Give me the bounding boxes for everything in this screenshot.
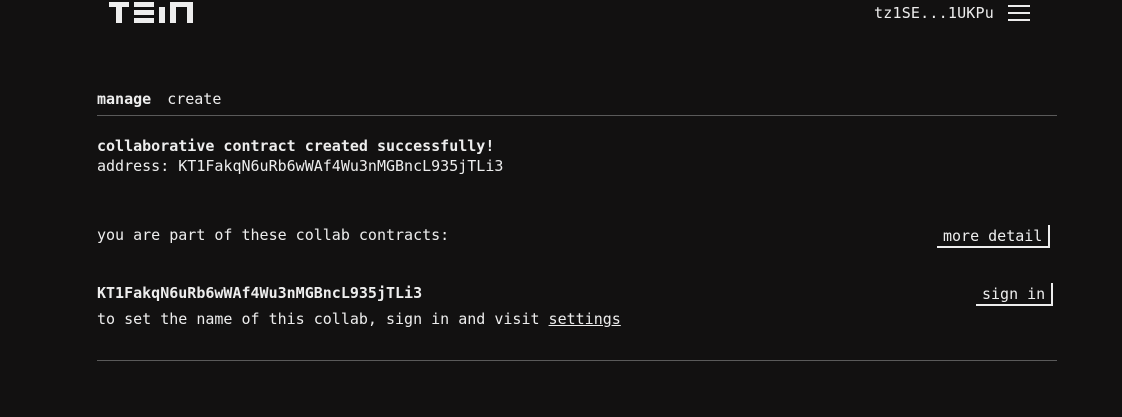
success-title: collaborative contract created successfu… (97, 137, 495, 155)
collab-hint: to set the name of this collab, sign in … (97, 310, 621, 328)
tab-manage[interactable]: manage (97, 90, 151, 108)
created-contract-address: KT1FakqN6uRb6wWAf4Wu3nMGBncL935jTLi3 (178, 157, 504, 175)
more-detail-button[interactable]: more detail (937, 225, 1051, 248)
list-divider (97, 360, 1057, 361)
wallet-address[interactable]: tz1SE...1UKPu (874, 4, 994, 22)
sign-in-button[interactable]: sign in (976, 283, 1054, 306)
collab-contract-address: KT1FakqN6uRb6wWAf4Wu3nMGBncL935jTLi3 (97, 284, 423, 302)
hamburger-menu-icon[interactable] (1008, 5, 1030, 21)
settings-link[interactable]: settings (549, 310, 621, 328)
created-address-line: address: KT1FakqN6uRb6wWAf4Wu3nMGBncL935… (97, 157, 503, 175)
collab-hint-text: to set the name of this collab, sign in … (97, 310, 540, 328)
page: tz1SE...1UKPu manage create collaborativ… (0, 0, 1122, 417)
address-label: address: (97, 157, 170, 175)
tab-create[interactable]: create (167, 90, 221, 108)
collabs-heading: you are part of these collab contracts: (97, 226, 450, 244)
teia-logo[interactable] (109, 2, 193, 23)
tab-bar: manage create (97, 90, 221, 108)
tabs-divider (97, 115, 1057, 116)
